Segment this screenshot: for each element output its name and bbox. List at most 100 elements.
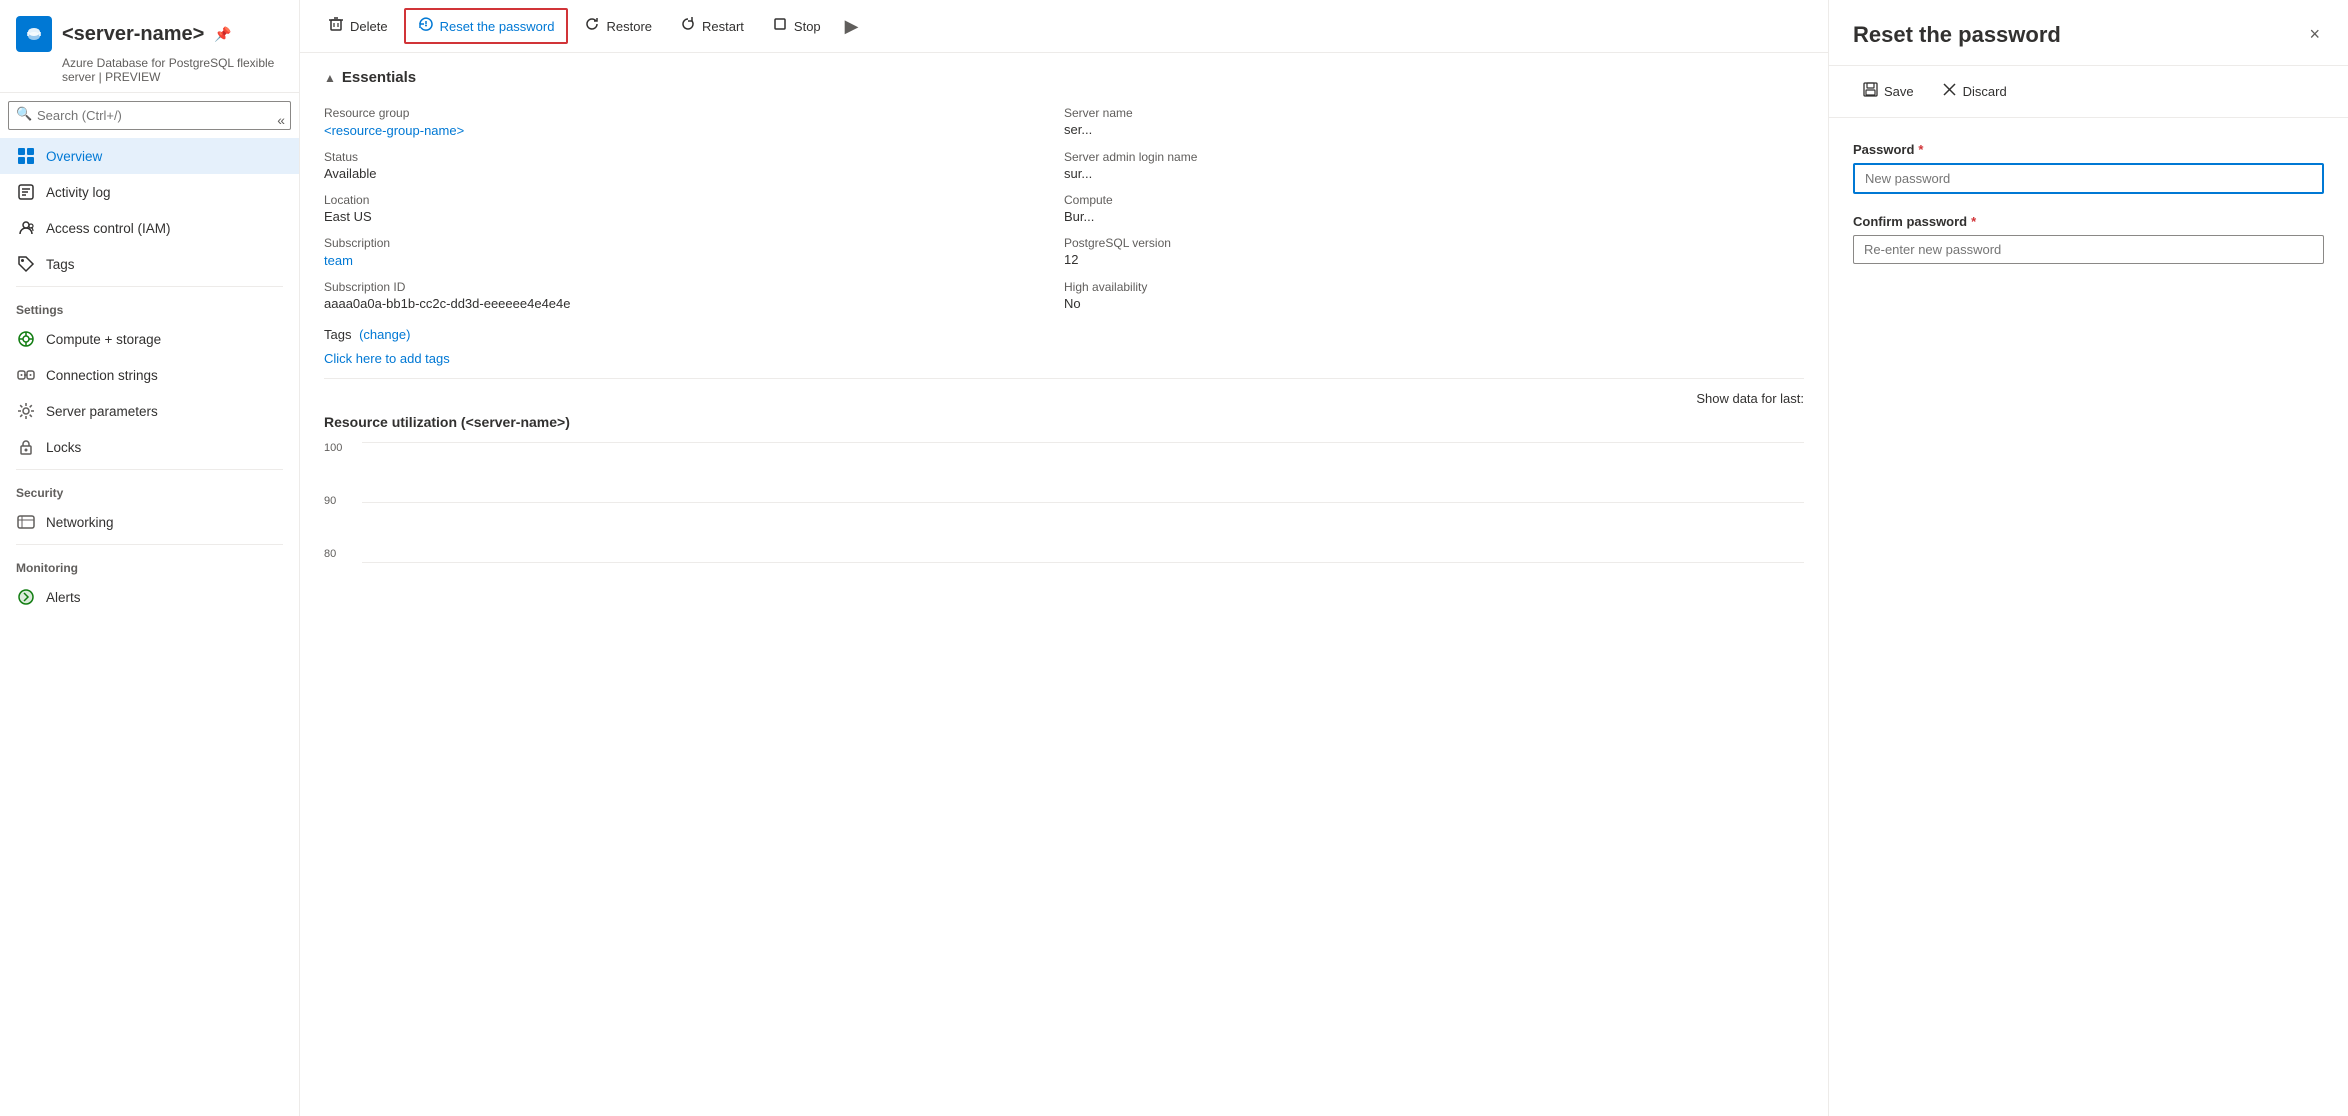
essentials-grid: Resource group <resource-group-name> Ser… — [324, 102, 1804, 319]
restart-button[interactable]: Restart — [668, 10, 756, 42]
settings-section-label: Settings — [0, 291, 299, 321]
sidebar-item-server-parameters[interactable]: Server parameters — [0, 393, 299, 429]
overview-icon — [16, 146, 36, 166]
reset-password-panel: Reset the password × Save Discard — [1828, 0, 2348, 1116]
server-parameters-label: Server parameters — [46, 404, 158, 419]
essentials-item-resource-group: Resource group <resource-group-name> — [324, 102, 1064, 146]
collapse-sidebar-button[interactable]: « — [273, 108, 289, 132]
locks-icon — [16, 437, 36, 457]
tags-label: Tags — [324, 327, 351, 342]
essentials-item-location: Location East US — [324, 189, 1064, 232]
confirm-password-input[interactable] — [1853, 235, 2324, 264]
connection-strings-label: Connection strings — [46, 368, 158, 383]
sidebar-item-alerts[interactable]: Alerts — [0, 579, 299, 615]
restart-label: Restart — [702, 19, 744, 34]
pin-icon[interactable]: 📌 — [214, 26, 231, 43]
sidebar-item-activity-log[interactable]: Activity log — [0, 174, 299, 210]
activity-log-icon — [16, 182, 36, 202]
networking-label: Networking — [46, 515, 114, 530]
tags-change-link[interactable]: (change) — [359, 327, 410, 342]
search-input[interactable] — [8, 101, 291, 130]
delete-button[interactable]: Delete — [316, 10, 400, 42]
panel-save-button[interactable]: Save — [1853, 76, 1924, 107]
main-toolbar: Delete Reset the password Restore — [300, 0, 1828, 53]
confirm-password-label-text: Confirm password — [1853, 214, 1967, 229]
main-content: Delete Reset the password Restore — [300, 0, 1828, 1116]
access-control-label: Access control (IAM) — [46, 221, 171, 236]
chart-line-100 — [362, 442, 1804, 443]
essentials-item-ha: High availability No — [1064, 276, 1804, 319]
panel-toolbar: Save Discard — [1829, 66, 2348, 118]
content-area: ▲ Essentials Resource group <resource-gr… — [300, 53, 1828, 1116]
panel-body: Password * Confirm password * — [1829, 118, 2348, 1116]
essentials-value-pg-version: 12 — [1064, 252, 1804, 267]
essentials-value-compute: Bur... — [1064, 209, 1804, 224]
essentials-title: Essentials — [342, 69, 416, 86]
essentials-item-admin-login: Server admin login name sur... — [1064, 146, 1804, 189]
restore-button[interactable]: Restore — [572, 10, 664, 42]
tags-label: Tags — [46, 257, 75, 272]
essentials-header: ▲ Essentials — [324, 69, 1804, 86]
panel-discard-button[interactable]: Discard — [1932, 76, 2017, 107]
sidebar-item-locks[interactable]: Locks — [0, 429, 299, 465]
sidebar: <server-name> 📌 Azure Database for Postg… — [0, 0, 300, 1116]
restore-label: Restore — [606, 19, 652, 34]
chart-area: 100 90 80 — [324, 442, 1804, 562]
essentials-label-ha: High availability — [1064, 280, 1804, 294]
show-data-label: Show data for last: — [1696, 391, 1804, 406]
settings-divider — [16, 286, 283, 287]
locks-label: Locks — [46, 440, 81, 455]
utilization-title: Resource utilization (<server-name>) — [324, 414, 1804, 430]
sidebar-item-access-control[interactable]: Access control (IAM) — [0, 210, 299, 246]
server-name-label: <server-name> — [62, 23, 204, 46]
reset-password-button[interactable]: Reset the password — [404, 8, 569, 44]
panel-header: Reset the password × — [1829, 0, 2348, 66]
alerts-label: Alerts — [46, 590, 81, 605]
sidebar-item-networking[interactable]: Networking — [0, 504, 299, 540]
y-label-80: 80 — [324, 548, 359, 560]
delete-label: Delete — [350, 19, 388, 34]
alerts-icon — [16, 587, 36, 607]
restore-icon — [584, 16, 600, 36]
stop-button[interactable]: Stop — [760, 10, 833, 42]
essentials-value-ha: No — [1064, 296, 1804, 311]
essentials-label-location: Location — [324, 193, 1064, 207]
add-tags-link[interactable]: Click here to add tags — [324, 351, 450, 366]
essentials-label-pg-version: PostgreSQL version — [1064, 236, 1804, 250]
essentials-item-status: Status Available — [324, 146, 1064, 189]
essentials-label-admin-login: Server admin login name — [1064, 150, 1804, 164]
sidebar-item-tags[interactable]: Tags — [0, 246, 299, 282]
chart-line-90 — [362, 502, 1804, 503]
password-label-text: Password — [1853, 142, 1914, 157]
stop-label: Stop — [794, 19, 821, 34]
essentials-label-server-name: Server name — [1064, 106, 1804, 120]
confirm-password-required-star: * — [1971, 214, 1976, 229]
sidebar-item-overview[interactable]: Overview — [0, 138, 299, 174]
essentials-chevron-icon[interactable]: ▲ — [324, 71, 336, 85]
chart-y-labels: 100 90 80 — [324, 442, 359, 562]
monitoring-section-label: Monitoring — [0, 549, 299, 579]
activity-log-label: Activity log — [46, 185, 111, 200]
compute-storage-label: Compute + storage — [46, 332, 161, 347]
access-control-icon — [16, 218, 36, 238]
panel-title: Reset the password — [1853, 22, 2061, 48]
chart-lines — [362, 442, 1804, 562]
overview-label: Overview — [46, 149, 102, 164]
save-label: Save — [1884, 84, 1914, 99]
essentials-value-resource-group[interactable]: <resource-group-name> — [324, 123, 464, 138]
password-form-group: Password * — [1853, 142, 2324, 194]
monitoring-divider — [16, 544, 283, 545]
confirm-password-label: Confirm password * — [1853, 214, 2324, 229]
discard-icon — [1942, 82, 1957, 101]
password-input[interactable] — [1853, 163, 2324, 194]
y-label-100: 100 — [324, 442, 359, 454]
essentials-value-subscription[interactable]: team — [324, 253, 353, 268]
search-icon: 🔍 — [16, 106, 32, 122]
sidebar-item-compute-storage[interactable]: Compute + storage — [0, 321, 299, 357]
panel-close-button[interactable]: × — [2305, 20, 2324, 49]
sidebar-item-connection-strings[interactable]: Connection strings — [0, 357, 299, 393]
connection-strings-icon — [16, 365, 36, 385]
essentials-label-compute: Compute — [1064, 193, 1804, 207]
more-actions-button[interactable]: ▶ — [837, 12, 867, 41]
server-icon — [16, 16, 52, 52]
